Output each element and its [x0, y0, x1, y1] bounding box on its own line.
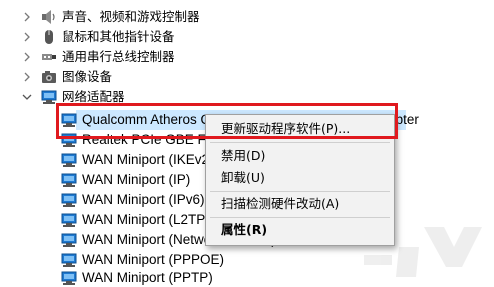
network-adapter-icon: [41, 90, 57, 104]
tree-item-label: 通用串行总线控制器: [62, 49, 175, 64]
adapter-label: WAN Miniport (IPv6): [82, 192, 205, 207]
chevron-right-icon[interactable]: [22, 72, 32, 82]
adapter-label: WAN Miniport (L2TP): [82, 212, 210, 227]
tree-item-usb-controllers[interactable]: 通用串行总线控制器: [0, 47, 494, 67]
network-adapter-icon: [61, 153, 77, 167]
tree-item-network-adapters[interactable]: 网络适配器: [0, 87, 494, 107]
device-manager-window: 声音、视频和游戏控制器 鼠标和其他指针设备 通用串行总线控制器 图像设备 网络适…: [0, 0, 494, 287]
tree-item-mice-pointing-devices[interactable]: 鼠标和其他指针设备: [0, 27, 494, 47]
menu-item-scan-hardware-changes[interactable]: 扫描检测硬件改动(A): [221, 193, 339, 215]
tree-item-label: 图像设备: [62, 69, 113, 84]
adapter-label: WAN Miniport (IP): [82, 172, 191, 187]
network-adapter-icon: [61, 193, 77, 207]
adapter-item-wan-pptp[interactable]: WAN Miniport (PPTP): [0, 268, 494, 287]
menu-item-update-driver[interactable]: 更新驱动程序软件(P)...: [221, 118, 350, 140]
chevron-down-icon[interactable]: [22, 92, 32, 102]
chevron-right-icon[interactable]: [22, 32, 32, 42]
menu-item-uninstall[interactable]: 卸载(U): [221, 167, 265, 189]
menu-separator: [210, 191, 390, 192]
chevron-right-icon[interactable]: [22, 52, 32, 62]
usb-icon: [42, 54, 56, 60]
network-adapter-icon: [61, 233, 77, 247]
adapter-label: WAN Miniport (PPTP): [82, 270, 213, 285]
tree-item-label: 网络适配器: [62, 89, 125, 104]
adapter-item-wan-pppoe[interactable]: WAN Miniport (PPPOE): [0, 250, 494, 270]
tree-item-imaging-devices[interactable]: 图像设备: [0, 67, 494, 87]
tree-item-label: 声音、视频和游戏控制器: [62, 9, 200, 24]
tree-item-label: 鼠标和其他指针设备: [62, 29, 175, 44]
camera-icon: [42, 71, 56, 83]
network-adapter-icon: [61, 271, 77, 285]
speaker-icon: [42, 10, 55, 24]
menu-item-properties[interactable]: 属性(R): [221, 219, 267, 241]
menu-separator: [210, 217, 390, 218]
adapter-label: WAN Miniport (PPPOE): [82, 252, 225, 267]
chevron-right-icon[interactable]: [22, 12, 32, 22]
mouse-icon: [45, 30, 53, 44]
tree-item-sound-video-game-controllers[interactable]: 声音、视频和游戏控制器: [0, 7, 494, 27]
context-menu: 更新驱动程序软件(P)... 禁用(D) 卸载(U) 扫描检测硬件改动(A) 属…: [205, 114, 395, 246]
network-adapter-icon: [61, 173, 77, 187]
menu-separator: [210, 142, 390, 143]
menu-item-disable[interactable]: 禁用(D): [221, 145, 265, 167]
network-adapter-icon: [61, 113, 77, 127]
network-adapter-icon: [61, 133, 77, 147]
network-adapter-icon: [61, 253, 77, 267]
adapter-label: WAN Miniport (IKEv2): [82, 152, 214, 167]
network-adapter-icon: [61, 213, 77, 227]
